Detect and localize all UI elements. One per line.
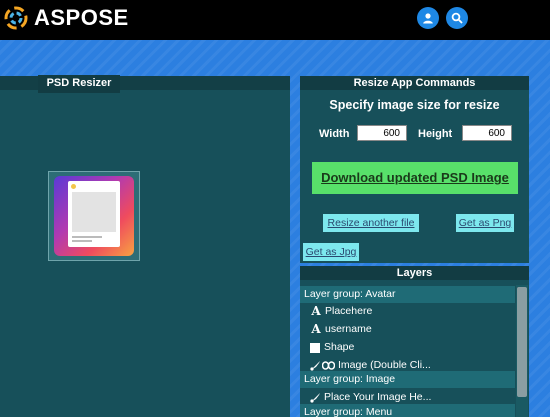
search-icon bbox=[451, 12, 463, 24]
width-label: Width bbox=[319, 128, 350, 140]
layer-label: username bbox=[325, 323, 372, 335]
user-icon bbox=[423, 13, 433, 24]
preview-avatar bbox=[71, 184, 76, 189]
search-button[interactable] bbox=[446, 7, 468, 29]
preview-line bbox=[72, 236, 102, 238]
get-png-button[interactable]: Get as Png bbox=[456, 214, 514, 232]
layer-group-menu[interactable]: Layer group: Menu bbox=[300, 404, 515, 417]
preview-placeholder bbox=[72, 192, 116, 232]
preview-image bbox=[54, 176, 134, 256]
brush-icon bbox=[310, 393, 320, 403]
preview-line bbox=[72, 240, 92, 242]
layer-group-avatar[interactable]: Layer group: Avatar bbox=[300, 286, 515, 303]
top-bar: ASPOSE bbox=[0, 0, 550, 40]
scrollbar-thumb[interactable] bbox=[517, 287, 527, 397]
aspose-logo[interactable]: ASPOSE bbox=[4, 5, 129, 31]
layer-group-image[interactable]: Layer group: Image bbox=[300, 371, 515, 388]
layer-item[interactable]: A username bbox=[300, 321, 515, 338]
preview-card bbox=[68, 181, 120, 247]
aspose-logo-icon bbox=[4, 6, 28, 30]
layer-label: Layer group: Menu bbox=[304, 406, 393, 417]
panel-title: PSD Resizer bbox=[38, 75, 120, 93]
height-label: Height bbox=[418, 128, 453, 140]
width-input[interactable] bbox=[357, 125, 407, 141]
height-input[interactable] bbox=[462, 125, 512, 141]
get-jpg-button[interactable]: Get as Jpg bbox=[303, 243, 359, 261]
psd-resizer-panel: PSD Resizer bbox=[0, 75, 290, 417]
download-button[interactable]: Download updated PSD Image bbox=[312, 162, 518, 194]
layers-scrollbar[interactable] bbox=[516, 285, 528, 417]
commands-title: Resize App Commands bbox=[300, 76, 529, 90]
layer-item[interactable]: Shape bbox=[300, 339, 515, 356]
shape-icon bbox=[310, 342, 320, 353]
user-account-button[interactable] bbox=[417, 7, 439, 29]
brush-icon bbox=[310, 361, 320, 371]
image-preview[interactable] bbox=[48, 171, 140, 261]
layer-label: Layer group: Image bbox=[304, 373, 396, 385]
logo-text: ASPOSE bbox=[34, 5, 129, 30]
specify-size-label: Specify image size for resize bbox=[329, 98, 500, 112]
layer-label: Placehere bbox=[325, 305, 373, 317]
layers-panel: Layers Layer group: Avatar A Placehere A… bbox=[300, 266, 529, 417]
resize-another-button[interactable]: Resize another file bbox=[323, 214, 419, 232]
resize-commands-panel: Resize App Commands Specify image size f… bbox=[300, 76, 529, 263]
layer-label: Shape bbox=[324, 341, 355, 353]
layer-item[interactable]: A Placehere bbox=[300, 303, 515, 320]
layer-label: Layer group: Avatar bbox=[304, 288, 396, 300]
mask-icon bbox=[322, 361, 335, 370]
text-icon: A bbox=[311, 322, 321, 336]
text-icon: A bbox=[311, 304, 321, 318]
layers-title: Layers bbox=[300, 266, 529, 280]
